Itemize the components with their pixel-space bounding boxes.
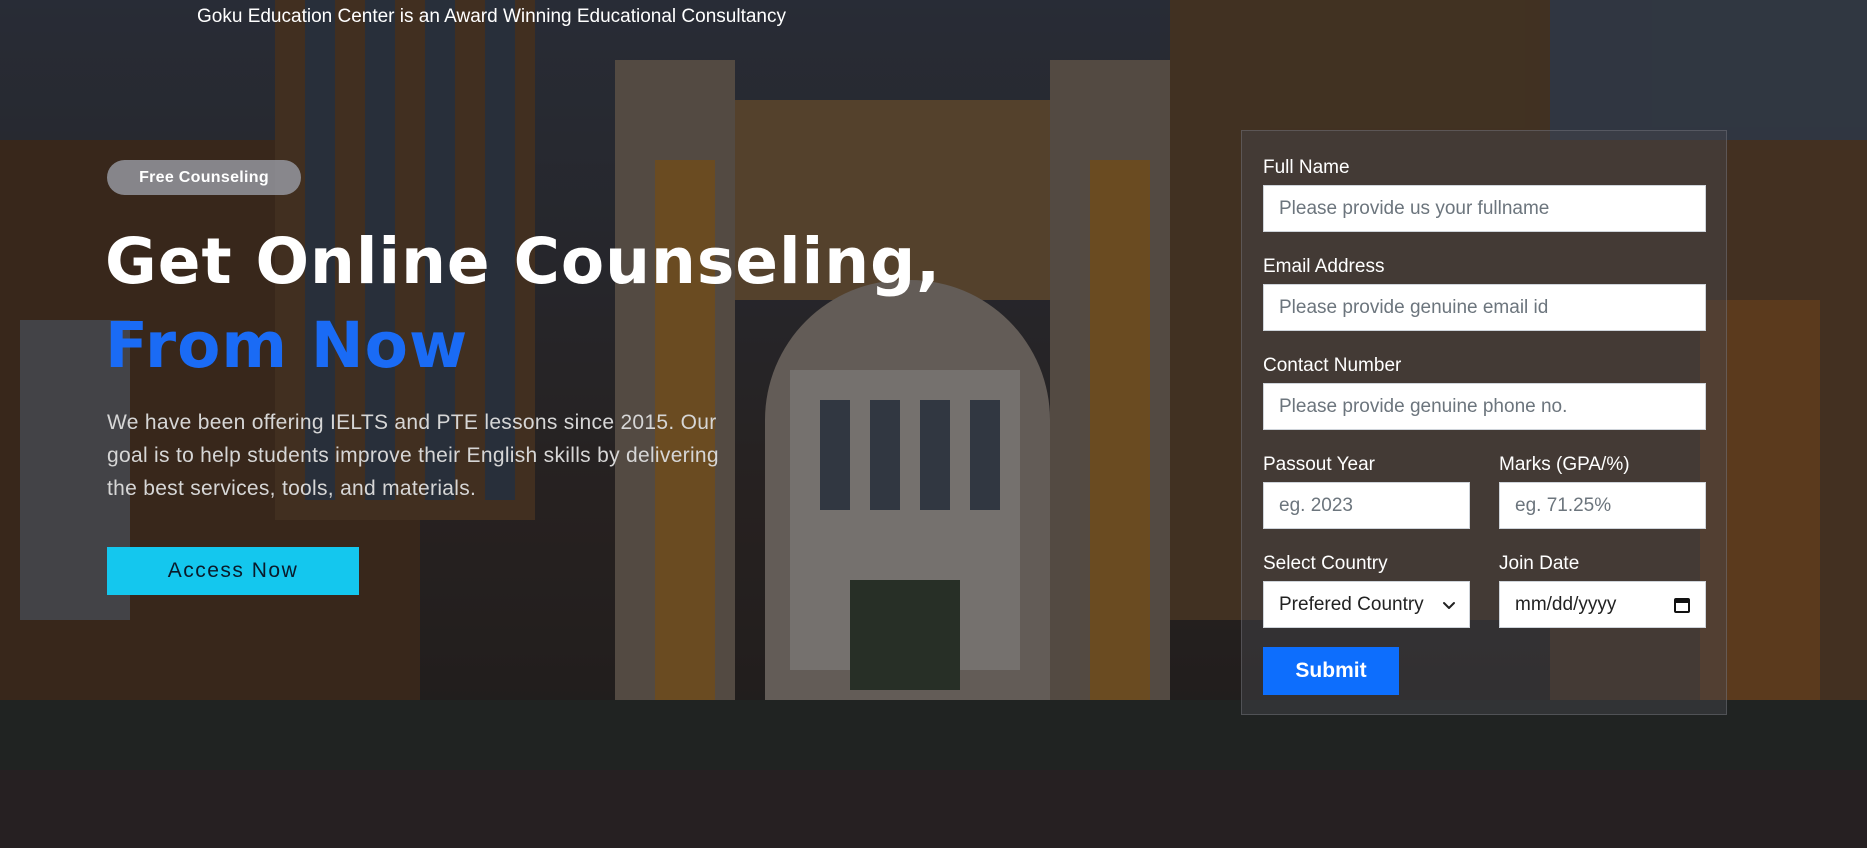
join-date-value: mm/dd/yyyy — [1515, 593, 1617, 615]
submit-button[interactable]: Submit — [1263, 647, 1399, 695]
country-select[interactable]: Prefered Country — [1263, 581, 1470, 628]
headline-line-2: From Now — [105, 309, 469, 382]
chevron-down-icon — [1443, 601, 1455, 609]
marks-input[interactable]: eg. 71.25% — [1499, 482, 1706, 529]
email-input[interactable]: Please provide genuine email id — [1263, 284, 1706, 331]
site-tagline: Goku Education Center is an Award Winnin… — [197, 6, 786, 27]
full-name-label: Full Name — [1263, 157, 1350, 178]
join-date-label: Join Date — [1499, 553, 1580, 574]
passout-year-input[interactable]: eg. 2023 — [1263, 482, 1470, 529]
country-select-value: Prefered Country — [1279, 593, 1424, 615]
select-country-label: Select Country — [1263, 553, 1388, 574]
email-label: Email Address — [1263, 256, 1385, 277]
contact-number-input[interactable]: Please provide genuine phone no. — [1263, 383, 1706, 430]
hero-section: Goku Education Center is an Award Winnin… — [0, 0, 1867, 848]
headline-line-1: Get Online Counseling, — [105, 225, 942, 298]
full-name-input[interactable]: Please provide us your fullname — [1263, 185, 1706, 232]
hero-description: We have been offering IELTS and PTE less… — [107, 411, 719, 500]
free-counseling-badge: Free Counseling — [107, 160, 301, 195]
hero-headline: Get Online Counseling, From Now — [105, 220, 941, 388]
join-date-input[interactable]: mm/dd/yyyy — [1499, 581, 1706, 628]
passout-year-label: Passout Year — [1263, 454, 1375, 475]
access-now-button[interactable]: Access Now — [107, 547, 359, 595]
calendar-icon[interactable] — [1673, 596, 1691, 614]
marks-label: Marks (GPA/%) — [1499, 454, 1630, 475]
counseling-form: Full Name Please provide us your fullnam… — [1241, 130, 1727, 715]
contact-number-label: Contact Number — [1263, 355, 1402, 376]
